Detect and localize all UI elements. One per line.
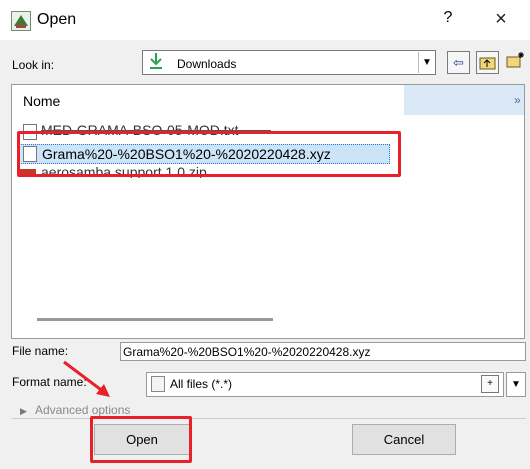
app-icon <box>11 11 31 31</box>
look-in-label: Look in: <box>12 58 55 72</box>
annotation-arrow-icon <box>63 360 110 397</box>
annotation-box-file <box>17 131 401 177</box>
format-value: All files (*.*) <box>170 377 233 391</box>
download-icon <box>148 52 166 72</box>
close-button[interactable]: × <box>488 8 514 32</box>
chevron-down-icon[interactable]: ▼ <box>418 52 435 73</box>
file-name-input[interactable] <box>120 342 526 361</box>
file-name-label: File name: <box>12 344 69 358</box>
look-in-value: Downloads <box>177 57 237 71</box>
add-format-icon[interactable]: + <box>481 375 499 393</box>
advanced-options-toggle[interactable]: Advanced options <box>35 403 130 417</box>
back-arrow-icon[interactable]: ⇦ <box>447 51 470 74</box>
help-button[interactable]: ? <box>438 9 458 31</box>
new-folder-icon[interactable] <box>504 51 527 74</box>
up-folder-icon[interactable] <box>476 51 499 74</box>
expand-arrow-icon[interactable]: ▶ <box>20 406 27 417</box>
chevron-down-icon[interactable]: ▼ <box>506 372 526 397</box>
column-header-name[interactable]: Nome <box>23 93 60 109</box>
more-columns-icon[interactable]: » <box>514 93 521 107</box>
annotation-box-open <box>90 416 192 463</box>
files-icon <box>151 376 165 392</box>
window-title: Open <box>37 11 77 28</box>
horizontal-scrollbar[interactable] <box>37 318 273 321</box>
cancel-button[interactable]: Cancel <box>352 424 456 455</box>
column-header-filler <box>404 85 524 115</box>
